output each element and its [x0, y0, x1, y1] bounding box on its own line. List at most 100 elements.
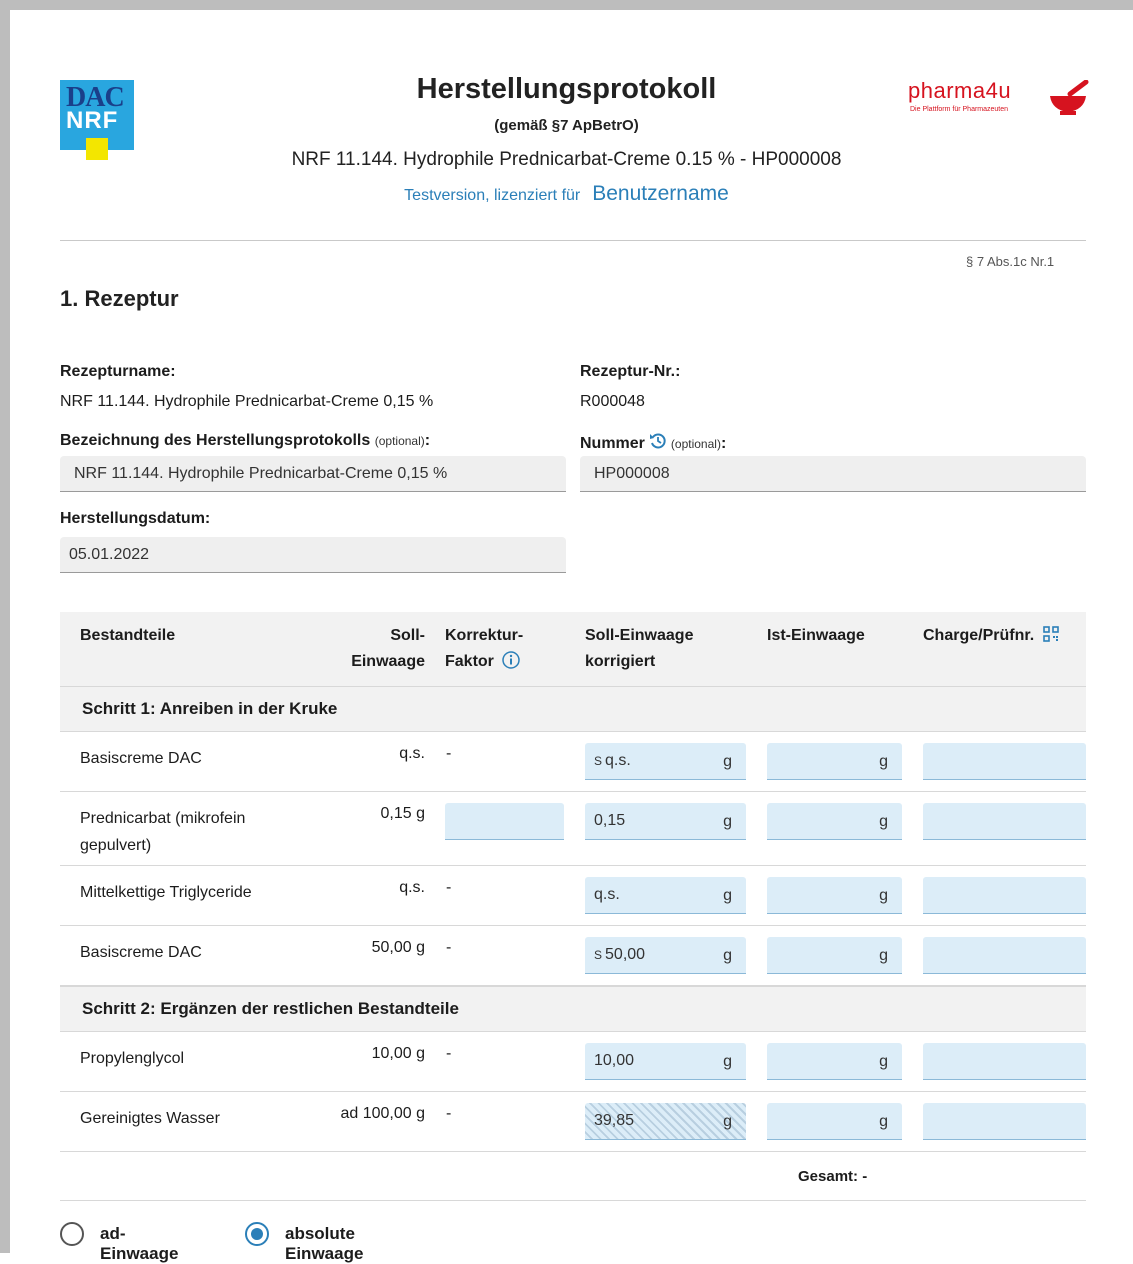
soll-korrigiert-text: 10,00: [594, 1052, 635, 1069]
soll-korrigiert-field[interactable]: 0,15 g: [585, 803, 746, 840]
col-korrektur-faktor: Korrektur- Faktor: [445, 623, 523, 678]
ingredient-name: Basiscreme DAC: [80, 750, 202, 767]
soll-einwaage: 50,00 g: [371, 939, 425, 956]
unit-g: g: [879, 1113, 888, 1130]
stock-prefix: S: [594, 948, 603, 962]
korrektur-faktor-input[interactable]: [445, 803, 564, 840]
soll-korrigiert-value: Sq.s.: [594, 752, 631, 770]
step-title: Schritt 1: Anreiben in der Kruke: [82, 699, 338, 718]
charge-input[interactable]: [923, 1103, 1086, 1140]
info-icon[interactable]: [502, 651, 521, 678]
col-korr-line1: Korrektur-: [445, 627, 524, 644]
col-sollk-line2: korrigiert: [585, 653, 656, 670]
ist-einwaage-input[interactable]: g: [767, 877, 902, 914]
charge-input[interactable]: [923, 1043, 1086, 1080]
charge-input[interactable]: [923, 743, 1086, 780]
table-row: Propylenglycol 10,00 g - 10,00 g g: [60, 1032, 1086, 1092]
unit-g: g: [879, 813, 888, 830]
soll-korrigiert-field[interactable]: S 50,00 g: [585, 937, 746, 974]
total-gesamt: Gesamt: -: [798, 1168, 868, 1185]
korrektur-faktor: -: [446, 1045, 452, 1062]
soll-korrigiert-value: 0,15: [594, 812, 625, 830]
table-row: Basiscreme DAC q.s. - Sq.s. g g: [60, 732, 1086, 792]
herstellungsdatum-label: Herstellungsdatum:: [60, 510, 211, 527]
pharma4u-logo: pharma4u Die Plattform für Pharmazeuten: [908, 78, 1089, 128]
soll-korrigiert-text: 0,15: [594, 812, 626, 829]
soll-korrigiert-value: q.s.: [594, 886, 620, 904]
rezepturname-label: Rezepturname:: [60, 363, 176, 380]
soll-einwaage: ad 100,00 g: [340, 1105, 425, 1122]
unit-g: g: [879, 753, 888, 770]
nummer-label-text: Nummer: [580, 435, 645, 452]
radio-absolute-einwaage[interactable]: [245, 1222, 269, 1246]
ingredient-name: Propylenglycol: [80, 1050, 185, 1067]
unit-g: g: [723, 887, 732, 904]
ingredient-name: Mittelkettige Triglyceride: [80, 884, 252, 901]
section-heading: 1. Rezeptur: [60, 286, 179, 311]
ist-einwaage-input[interactable]: g: [767, 937, 902, 974]
table-row: Mittelkettige Triglyceride q.s. - q.s. g g: [60, 866, 1086, 926]
step-header: Schritt 1: Anreiben in der Kruke: [60, 686, 1086, 732]
pharma4u-logo-word: pharma4u: [908, 78, 1012, 103]
nummer-label: Nummer (optional):: [580, 432, 726, 455]
ist-einwaage-input[interactable]: g: [767, 1043, 902, 1080]
radio-ad-einwaage[interactable]: [60, 1222, 84, 1246]
ingredient-name: Prednicarbat (mikrofein gepulvert): [80, 810, 246, 854]
charge-input[interactable]: [923, 877, 1086, 914]
korrektur-faktor: -: [446, 939, 452, 956]
pharma4u-logo-tagline: Die Plattform für Pharmazeuten: [910, 106, 1009, 113]
nummer-input[interactable]: [580, 456, 1086, 492]
table-row: Gereinigtes Wasser ad 100,00 g - 39,85 g g: [60, 1092, 1086, 1152]
reset-history-icon[interactable]: [649, 432, 667, 455]
table-row: Prednicarbat (mikrofein gepulvert) 0,15 g…: [60, 792, 1086, 866]
soll-korrigiert-field[interactable]: Sq.s. g: [585, 743, 746, 780]
unit-g: g: [723, 813, 732, 830]
col-sollk-line1: Soll-Einwaage: [585, 627, 694, 644]
soll-korrigiert-text: 39,85: [594, 1112, 635, 1129]
optional-tag: (optional): [374, 434, 425, 448]
soll-einwaage: 0,15 g: [380, 805, 425, 822]
radio-absolute-einwaage-label[interactable]: absolute Einwaage: [285, 1224, 363, 1264]
soll-einwaage: q.s.: [399, 745, 425, 762]
soll-korrigiert-value: 39,85: [594, 1112, 634, 1130]
col-ist-einwaage: Ist-Einwaage: [767, 627, 865, 644]
charge-input[interactable]: [923, 803, 1086, 840]
ist-einwaage-input[interactable]: g: [767, 1103, 902, 1140]
bezeichnung-label-text: Bezeichnung des Herstellungsprotokolls: [60, 432, 371, 449]
bezeichnung-label: Bezeichnung des Herstellungsprotokolls (…: [60, 432, 430, 450]
ist-einwaage-input[interactable]: g: [767, 743, 902, 780]
unit-g: g: [723, 1053, 732, 1070]
soll-korrigiert-field[interactable]: q.s. g: [585, 877, 746, 914]
label-colon: :: [720, 435, 727, 452]
charge-input[interactable]: [923, 937, 1086, 974]
radio-ad-einwaage-label[interactable]: ad-Einwaage: [100, 1224, 178, 1264]
unit-g: g: [879, 947, 888, 964]
soll-korrigiert-text: q.s.: [594, 886, 620, 903]
unit-g: g: [723, 753, 732, 770]
recipe-line: NRF 11.144. Hydrophile Prednicarbat-Crem…: [291, 149, 842, 170]
ingredient-name: Gereinigtes Wasser: [80, 1110, 220, 1127]
korrektur-faktor: -: [446, 745, 452, 762]
bezeichnung-input[interactable]: [60, 456, 566, 492]
table-bottom-divider: [60, 1200, 1086, 1201]
ist-einwaage-input[interactable]: g: [767, 803, 902, 840]
soll-korrigiert-value: S 50,00: [594, 946, 645, 964]
unit-g: g: [723, 947, 732, 964]
col-charge-text: Charge/Prüfnr.: [923, 627, 1035, 644]
col-soll-einwaage: Soll- Einwaage: [320, 623, 425, 675]
rezeptur-nr-label: Rezeptur-Nr.:: [580, 363, 681, 380]
header-divider: [60, 240, 1086, 241]
unit-g: g: [879, 887, 888, 904]
soll-korrigiert-field[interactable]: 10,00 g: [585, 1043, 746, 1080]
herstellungsdatum-input[interactable]: [60, 537, 566, 573]
license-user-link[interactable]: Benutzername: [592, 182, 729, 205]
qr-scan-icon[interactable]: [1042, 625, 1059, 651]
col-soll-line1: Soll-: [390, 627, 425, 644]
col-soll-korrigiert: Soll-Einwaage korrigiert: [585, 623, 693, 675]
soll-korrigiert-value: 10,00: [594, 1052, 634, 1070]
unit-g: g: [723, 1113, 732, 1130]
soll-korrigiert-field[interactable]: 39,85 g: [585, 1103, 746, 1140]
korrektur-faktor: -: [446, 1105, 452, 1122]
license-text: Testversion, lizenziert für: [404, 187, 581, 204]
optional-tag: (optional): [670, 437, 721, 451]
